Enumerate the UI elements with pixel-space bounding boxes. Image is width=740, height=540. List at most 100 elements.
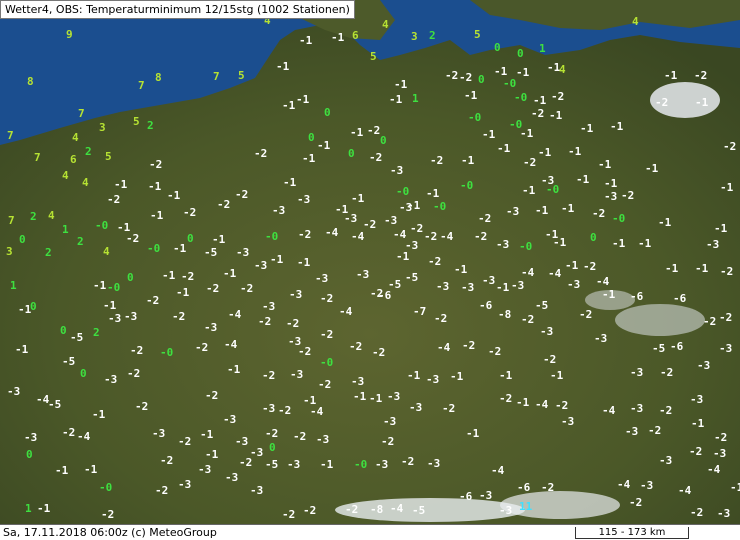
station-value: -3 bbox=[104, 373, 117, 386]
station-value: -1 bbox=[520, 127, 534, 140]
station-value: -2 bbox=[488, 345, 501, 358]
station-value: 4 bbox=[382, 18, 389, 31]
station-value: -1 bbox=[516, 396, 530, 409]
station-value: -2 bbox=[723, 140, 736, 153]
station-value: -2 bbox=[278, 404, 291, 417]
station-value: -3 bbox=[436, 280, 449, 293]
station-value: -1 bbox=[426, 187, 440, 200]
station-value: -2 bbox=[217, 198, 230, 211]
station-value: -5 bbox=[535, 299, 548, 312]
station-value: 0 bbox=[19, 233, 26, 246]
station-value: -2 bbox=[369, 151, 382, 164]
station-value: -1 bbox=[516, 66, 530, 79]
station-value: -5 bbox=[405, 271, 418, 284]
station-value: -1 bbox=[610, 120, 624, 133]
cloud-patch bbox=[500, 491, 620, 519]
station-value: -5 bbox=[70, 331, 83, 344]
station-value: -1 bbox=[37, 502, 51, 515]
station-value: -3 bbox=[384, 214, 397, 227]
station-value: -1 bbox=[200, 428, 214, 441]
station-value: -2 bbox=[428, 255, 441, 268]
station-value: 4 bbox=[48, 209, 55, 222]
station-value: 7 bbox=[138, 79, 145, 92]
station-value: -5 bbox=[652, 342, 665, 355]
station-value: -1 bbox=[320, 458, 334, 471]
station-value: -1 bbox=[535, 204, 549, 217]
station-value: 6 bbox=[70, 153, 77, 166]
station-value: 7 bbox=[8, 214, 15, 227]
station-value: -1 bbox=[282, 99, 296, 112]
station-value: -2 bbox=[579, 308, 592, 321]
station-value: -2 bbox=[181, 270, 194, 283]
station-value: -1 bbox=[720, 181, 734, 194]
station-value: 5 bbox=[133, 115, 140, 128]
station-value: -6 bbox=[670, 340, 684, 353]
station-value: -1 bbox=[665, 262, 679, 275]
station-value: -0 bbox=[514, 91, 527, 104]
station-value: -3 bbox=[250, 484, 263, 497]
station-value: -1 bbox=[464, 89, 478, 102]
station-value: -3 bbox=[625, 425, 638, 438]
station-value: -2 bbox=[298, 228, 311, 241]
station-value: -1 bbox=[695, 96, 709, 109]
station-value: -3 bbox=[561, 415, 574, 428]
station-value: 11 bbox=[519, 500, 533, 513]
station-value: -2 bbox=[690, 506, 703, 519]
station-value: -1 bbox=[276, 60, 290, 73]
cloud-patch bbox=[335, 498, 525, 522]
satellite-map[interactable]: 98 78 7 577753 242 54647 2 412403 21-1020-5-1-50… bbox=[0, 0, 740, 540]
station-value: -3 bbox=[287, 458, 300, 471]
station-value: 5 bbox=[238, 69, 245, 82]
station-value: -0 bbox=[147, 242, 160, 255]
station-value: -2 bbox=[592, 207, 605, 220]
station-value: 7 bbox=[213, 70, 220, 83]
station-value: -1 bbox=[695, 262, 709, 275]
station-value: -3 bbox=[630, 366, 643, 379]
station-value: -3 bbox=[344, 212, 357, 225]
station-value: -1 bbox=[568, 145, 582, 158]
station-value: 4 bbox=[632, 15, 639, 28]
station-value: -2 bbox=[424, 230, 437, 243]
station-value: -7 bbox=[413, 305, 426, 318]
station-value: -2 bbox=[239, 456, 252, 469]
station-value: -2 bbox=[254, 147, 267, 160]
station-value: -1 bbox=[270, 253, 284, 266]
station-value: -3 bbox=[506, 205, 519, 218]
station-value: -2 bbox=[205, 389, 218, 402]
station-value: -2 bbox=[320, 292, 333, 305]
station-value: -5 bbox=[204, 246, 217, 259]
station-value: -1 bbox=[580, 122, 594, 135]
station-value: -0 bbox=[503, 77, 516, 90]
station-value: -4 bbox=[440, 230, 454, 243]
station-value: -0 bbox=[612, 212, 625, 225]
station-value: -1 bbox=[103, 299, 117, 312]
station-value: 0 bbox=[590, 231, 597, 244]
station-value: -2 bbox=[258, 315, 271, 328]
scale-label: 115 - 173 km bbox=[598, 527, 666, 538]
station-value: -3 bbox=[178, 478, 191, 491]
station-value: -3 bbox=[427, 457, 440, 470]
station-value: -1 bbox=[565, 259, 579, 272]
station-value: -3 bbox=[235, 435, 248, 448]
station-value: -3 bbox=[356, 268, 369, 281]
station-value: -4 bbox=[707, 463, 721, 476]
station-value: -2 bbox=[149, 158, 162, 171]
station-value: -3 bbox=[717, 507, 730, 520]
station-value: -3 bbox=[461, 281, 474, 294]
station-value: 0 bbox=[127, 271, 134, 284]
station-value: -3 bbox=[640, 479, 653, 492]
station-value: 2 bbox=[77, 235, 84, 248]
station-value: 0 bbox=[517, 47, 524, 60]
station-value: 0 bbox=[348, 147, 355, 160]
station-value: 0 bbox=[60, 324, 67, 337]
station-value: -2 bbox=[629, 496, 642, 509]
station-value: -1 bbox=[173, 242, 187, 255]
station-value: -4 bbox=[77, 430, 91, 443]
station-value: -1 bbox=[638, 237, 652, 250]
station-value: 0 bbox=[269, 441, 276, 454]
station-value: 0 bbox=[380, 134, 387, 147]
station-value: -1 bbox=[162, 269, 176, 282]
station-value: -1 bbox=[466, 427, 480, 440]
station-value: -0 bbox=[519, 240, 532, 253]
station-value: -1 bbox=[561, 202, 575, 215]
